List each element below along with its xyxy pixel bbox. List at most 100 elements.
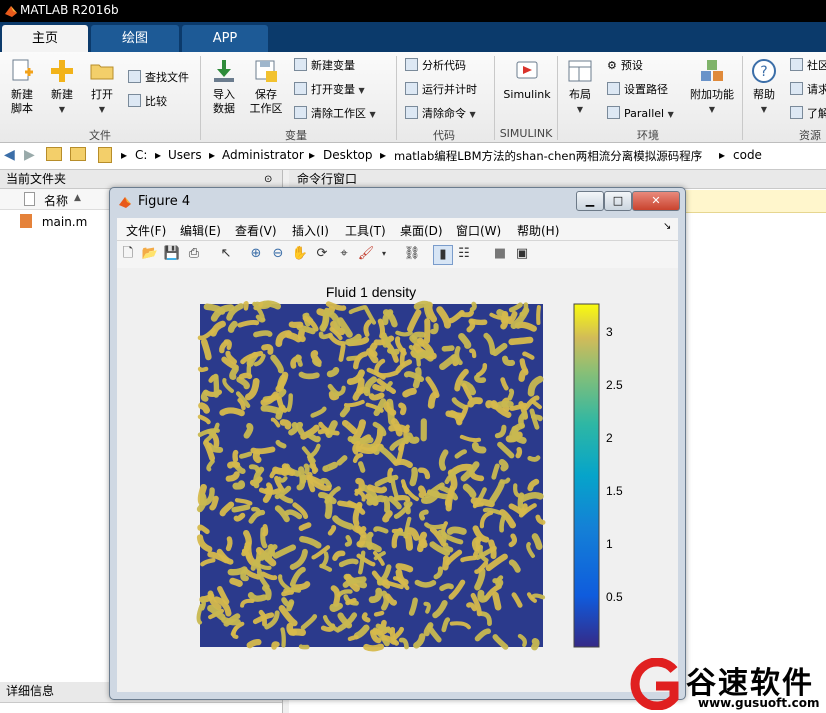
link-plot-icon[interactable]: ⛓ [403, 245, 421, 263]
zoom-in-icon[interactable]: ⊕ [247, 245, 265, 263]
legend-toggle-icon[interactable]: ☷ [455, 245, 473, 263]
menu-insert[interactable]: 插入(I) [292, 222, 329, 239]
breadcrumb-code[interactable]: code [733, 148, 762, 162]
density-blob [427, 391, 438, 409]
set-path-button[interactable]: 设置路径 [607, 82, 668, 98]
analyze-code-icon [405, 58, 418, 71]
hide-plot-tools-icon[interactable]: ■ [491, 245, 509, 263]
import-data-button[interactable]: 导入 数据 [206, 58, 242, 116]
new-variable-button[interactable]: 新建变量 [294, 58, 355, 74]
density-blob [500, 311, 509, 330]
clear-workspace-button[interactable]: 清除工作区 ▼ [294, 106, 376, 122]
tab-plots[interactable]: 绘图 [91, 25, 179, 52]
save-icon[interactable]: 💾 [163, 245, 181, 263]
layout-icon [568, 60, 592, 82]
density-blob [238, 372, 253, 380]
data-cursor-icon[interactable]: ⌖ [335, 245, 353, 263]
new-script-button[interactable]: 新建 脚本 [4, 58, 40, 116]
figure-window: Figure 4 ▁ □ ✕ 文件(F) 编辑(E) 查看(V) 插入(I) 工… [109, 187, 686, 700]
dock-arrow-icon[interactable]: ↘ [663, 221, 671, 232]
group-label-environment: 环境 [637, 129, 659, 142]
rotate-3d-icon[interactable]: ⟳ [313, 245, 331, 263]
parallel-button[interactable]: Parallel ▼ [607, 106, 674, 122]
breadcrumb-desktop[interactable]: Desktop [323, 148, 373, 162]
name-column-header[interactable]: 名称 [44, 192, 68, 209]
forward-arrow-icon[interactable]: ▶ [24, 147, 35, 163]
find-files-button[interactable]: 查找文件 [128, 70, 189, 86]
analyze-code-button[interactable]: 分析代码 [405, 58, 466, 74]
menu-view[interactable]: 查看(V) [235, 222, 277, 239]
pan-hand-icon[interactable]: ✋ [291, 245, 309, 263]
breadcrumb-administrator[interactable]: Administrator [222, 148, 304, 162]
density-blob [229, 366, 239, 380]
clear-workspace-icon [294, 106, 307, 119]
breadcrumb-separator: ▸ [719, 148, 726, 162]
density-blob [485, 400, 499, 410]
maximize-button[interactable]: □ [604, 191, 632, 211]
new-figure-icon[interactable]: 🗋 [119, 245, 137, 263]
pointer-icon[interactable]: ↖ [217, 245, 235, 263]
density-blob [472, 502, 485, 509]
clear-commands-button[interactable]: 清除命令 ▼ [405, 106, 476, 122]
tab-home[interactable]: 主页 [2, 25, 88, 52]
density-blob [250, 446, 276, 455]
density-blob [403, 501, 411, 515]
layout-button[interactable]: 布局 ▼ [562, 58, 598, 117]
minimize-button[interactable]: ▁ [576, 191, 604, 211]
density-blob [530, 593, 546, 600]
run-and-time-button[interactable]: 运行并计时 [405, 82, 477, 98]
breadcrumb-users[interactable]: Users [168, 148, 202, 162]
menu-help[interactable]: 帮助(H) [517, 222, 559, 239]
density-blob [198, 402, 210, 414]
density-blob [306, 472, 316, 493]
menu-edit[interactable]: 编辑(E) [180, 222, 221, 239]
density-blob [347, 634, 359, 642]
help-button[interactable]: ? 帮助 ▼ [746, 58, 782, 117]
back-arrow-icon[interactable]: ◀ [4, 147, 15, 163]
community-icon [790, 58, 803, 71]
density-blob [355, 477, 365, 491]
density-blob [272, 466, 291, 475]
open-file-icon[interactable]: 📂 [141, 245, 159, 263]
open-button[interactable]: 打开 ▼ [84, 58, 120, 117]
simulink-button[interactable]: Simulink [500, 58, 554, 102]
tab-apps[interactable]: APP [182, 25, 268, 52]
colorbar-ticks: 3 2.5 2 1.5 1 0.5 [606, 325, 623, 604]
brush-dropdown-icon[interactable]: ▾ [375, 245, 393, 263]
open-variable-button[interactable]: 打开变量 ▼ [294, 82, 365, 98]
menu-tools[interactable]: 工具(T) [345, 222, 386, 239]
breadcrumb-c[interactable]: C: [135, 148, 147, 162]
print-icon[interactable]: ⎙ [185, 245, 203, 263]
brush-icon[interactable]: 🖌 [357, 245, 375, 263]
request-support-button[interactable]: 请求 [790, 82, 826, 98]
colorbar-toggle-icon[interactable]: ▮ [433, 245, 453, 265]
menu-window[interactable]: 窗口(W) [456, 222, 501, 239]
addons-button[interactable]: 附加功能 ▼ [686, 58, 738, 117]
community-button[interactable]: 社区 [790, 58, 826, 74]
separator [396, 56, 397, 140]
sort-up-icon: ▲ [74, 193, 81, 203]
compare-button[interactable]: 比较 [128, 94, 167, 110]
new-button[interactable]: 新建 ▼ [44, 58, 80, 117]
svg-text:?: ? [760, 64, 767, 80]
list-item[interactable]: main.m [20, 214, 87, 229]
close-button[interactable]: ✕ [632, 191, 680, 211]
save-workspace-icon [255, 60, 277, 82]
density-blob [258, 300, 282, 310]
menu-file[interactable]: 文件(F) [126, 222, 166, 239]
simulink-icon [516, 61, 538, 79]
density-blob [388, 423, 410, 434]
density-blob [213, 373, 220, 398]
up-folder-icon[interactable] [46, 147, 62, 161]
zoom-out-icon[interactable]: ⊖ [269, 245, 287, 263]
browse-folder-icon[interactable] [70, 147, 86, 161]
preferences-button[interactable]: ⚙ 预设 [607, 58, 643, 74]
save-workspace-button[interactable]: 保存 工作区 [246, 58, 286, 116]
menu-desktop[interactable]: 桌面(D) [400, 222, 443, 239]
density-blob [423, 303, 431, 320]
show-plot-tools-icon[interactable]: ▣ [513, 245, 531, 263]
learn-icon [790, 106, 803, 119]
density-blob [229, 577, 243, 587]
breadcrumb-project-folder[interactable]: matlab编程LBM方法的shan-chen两相流分离模拟源码程序 [394, 148, 702, 164]
learn-matlab-button[interactable]: 了解 [790, 106, 826, 122]
